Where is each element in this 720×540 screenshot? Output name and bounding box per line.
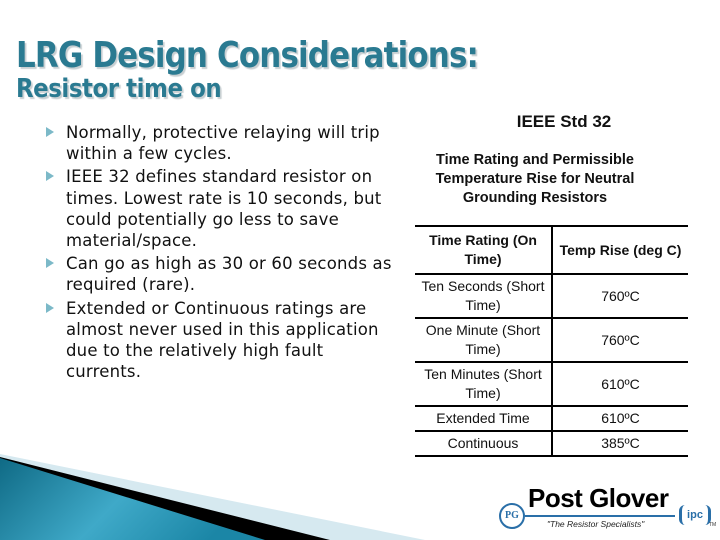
table-header-row: Time Rating (On Time) Temp Rise (deg C) [415, 225, 688, 275]
logo-tagline: "The Resistor Specialists" [547, 519, 645, 529]
cell-time-rating: Ten Minutes (Short Time) [415, 361, 553, 407]
arrow-bullet-icon [46, 258, 54, 269]
table-row: Extended Time 610ºC [415, 405, 688, 432]
ieee-standard-subtitle: Time Rating and Permissible Temperature … [435, 152, 635, 206]
table-row: Ten Minutes (Short Time) 610ºC [415, 361, 688, 407]
logo-underline [525, 515, 675, 517]
cell-time-rating: Extended Time [415, 405, 553, 432]
bullet-item: IEEE 32 defines standard resistor on tim… [46, 166, 396, 251]
trademark-mark: TM [709, 522, 717, 528]
slide-subtitle: Resistor time on [16, 74, 222, 104]
bullet-text: Normally, protective relaying will trip … [66, 123, 380, 164]
bullet-text: Can go as high as 30 or 60 seconds as re… [66, 254, 392, 295]
decorative-wave [0, 454, 425, 540]
pg-logo-icon: PG [499, 503, 525, 529]
header-temp-rise: Temp Rise (deg C) [552, 225, 688, 275]
time-rating-table: Time Rating (On Time) Temp Rise (deg C) … [415, 225, 688, 457]
arrow-bullet-icon [46, 127, 54, 137]
header-time-rating: Time Rating (On Time) [415, 225, 553, 275]
bullet-text: IEEE 32 defines standard resistor on tim… [66, 167, 382, 251]
arrow-bullet-icon [46, 302, 54, 313]
table-row: Ten Seconds (Short Time) 760ºC [415, 273, 688, 319]
cell-time-rating: One Minute (Short Time) [415, 317, 553, 363]
cell-temp-rise: 610ºC [552, 361, 688, 407]
bullet-list: Normally, protective relaying will trip … [46, 122, 396, 384]
logo-company-name: Post Glover [528, 483, 669, 513]
ipc-logo-icon: ipc [679, 505, 711, 525]
arrow-bullet-icon [46, 171, 54, 182]
post-glover-logo: PG Post Glover "The Resistor Specialists… [495, 483, 720, 538]
table-row: Continuous 385ºC [415, 430, 688, 457]
cell-temp-rise: 385ºC [552, 430, 688, 457]
bullet-item: Normally, protective relaying will trip … [46, 122, 396, 164]
bullet-item: Can go as high as 30 or 60 seconds as re… [46, 253, 396, 295]
bullet-item: Extended or Continuous ratings are almos… [46, 298, 396, 383]
cell-temp-rise: 610ºC [552, 405, 688, 432]
slide-title: LRG Design Considerations: [16, 35, 479, 76]
bullet-text: Extended or Continuous ratings are almos… [66, 298, 379, 382]
cell-temp-rise: 760ºC [552, 317, 688, 363]
cell-temp-rise: 760ºC [552, 273, 688, 319]
ieee-standard-title: IEEE Std 32 [516, 112, 612, 131]
table-row: One Minute (Short Time) 760ºC [415, 317, 688, 363]
cell-time-rating: Ten Seconds (Short Time) [415, 273, 553, 319]
